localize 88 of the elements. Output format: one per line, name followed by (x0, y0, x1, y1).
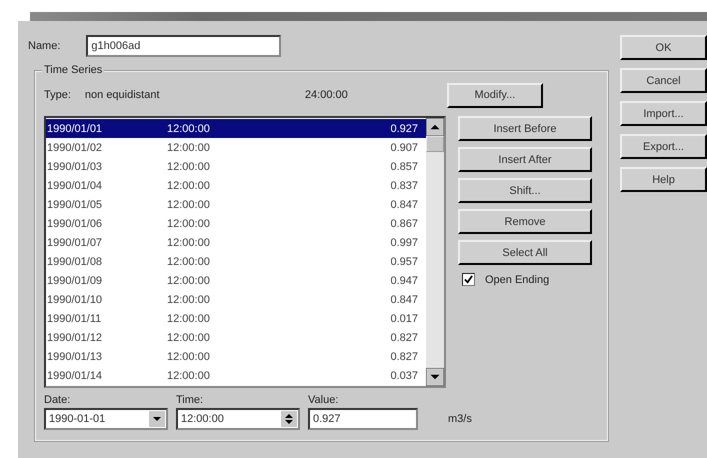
time-cell-text: 12:00:00 (167, 218, 211, 230)
value-cell-text: 0.037 (389, 370, 419, 382)
value-cell-text: 0.997 (389, 236, 419, 248)
date-cell-text: 1990/01/10 (46, 294, 104, 306)
value-cell-text: 0.827 (389, 350, 419, 362)
action-button[interactable]: Remove (458, 209, 592, 234)
date-cell-text: 1990/01/05 (46, 198, 104, 210)
list-row[interactable]: 1990/01/06 12:00:00 0.867 (46, 214, 426, 233)
interval-text: 24:00:00 (304, 89, 349, 101)
value-cell-text: 0.927 (389, 122, 419, 134)
value-cell-text: 0.867 (389, 218, 419, 230)
time-cell-text: 12:00:00 (167, 236, 211, 248)
time-label: Time: (176, 394, 204, 406)
time-cell-text: 12:00:00 (167, 370, 211, 382)
dialog-button[interactable]: Cancel (620, 68, 707, 93)
value-cell-text: 0.947 (389, 274, 419, 286)
date-cell-text: 1990/01/03 (46, 160, 104, 172)
dialog-button[interactable]: Help (620, 167, 707, 192)
date-cell-text: 1990/01/12 (46, 332, 104, 344)
list-row[interactable]: 1990/01/01 12:00:00 0.927 (46, 119, 426, 138)
list-row[interactable]: 1990/01/10 12:00:00 0.847 (46, 290, 426, 309)
list-row[interactable]: 1990/01/11 12:00:00 0.017 (46, 309, 426, 328)
time-cell-text: 12:00:00 (167, 294, 211, 306)
checkbox[interactable] (462, 273, 475, 286)
value-field[interactable]: 0.927 (308, 408, 418, 430)
date-label: Date: (44, 394, 72, 406)
list-row[interactable]: 1990/01/12 12:00:00 0.827 (46, 328, 426, 347)
list-row[interactable]: 1990/01/14 12:00:00 0.037 (46, 366, 426, 385)
dialog-button[interactable]: OK (620, 35, 707, 60)
value-cell-text: 0.837 (389, 180, 419, 192)
time-cell-text: 12:00:00 (167, 332, 211, 344)
time-cell-text: 12:00:00 (167, 350, 211, 362)
value-cell-text: 0.827 (389, 332, 419, 344)
date-cell-text: 1990/01/13 (46, 350, 104, 362)
value-cell-text: 0.957 (389, 256, 419, 268)
time-cell-text: 12:00:00 (167, 122, 211, 134)
list-row[interactable]: 1990/01/04 12:00:00 0.837 (46, 176, 426, 195)
date-cell-text: 1990/01/09 (46, 274, 104, 286)
group-title: Time Series (42, 64, 104, 76)
dialog-button[interactable]: Import... (620, 101, 707, 126)
name-field[interactable]: g1h006ad (86, 35, 282, 57)
time-cell-text: 12:00:00 (167, 198, 211, 210)
action-button[interactable]: Insert Before (458, 116, 592, 141)
list-row[interactable]: 1990/01/02 12:00:00 0.907 (46, 138, 426, 157)
date-cell-text: 1990/01/01 (46, 122, 104, 134)
type-value: non equidistant (84, 89, 161, 101)
scroll-thumb[interactable] (426, 136, 444, 152)
date-dropdown[interactable]: 1990-01-01 (44, 408, 168, 430)
date-cell-text: 1990/01/14 (46, 370, 104, 382)
action-button[interactable]: Shift... (458, 178, 592, 203)
date-cell-text: 1990/01/02 (46, 142, 104, 154)
scroll-up-icon[interactable] (426, 118, 444, 136)
value-cell-text: 0.907 (389, 142, 419, 154)
value-cell-text: 0.847 (389, 294, 419, 306)
date-cell-text: 1990/01/06 (46, 218, 104, 230)
time-cell-text: 12:00:00 (167, 274, 211, 286)
unit-text: m3/s (448, 413, 472, 427)
type-label: Type: (44, 89, 71, 101)
action-button[interactable]: Select All (458, 240, 592, 265)
list-row[interactable]: 1990/01/08 12:00:00 0.957 (46, 252, 426, 271)
time-cell-text: 12:00:00 (167, 160, 211, 172)
dropdown-icon[interactable] (149, 411, 165, 427)
value-cell-text: 0.847 (389, 198, 419, 210)
action-button[interactable]: Insert After (458, 147, 592, 172)
list-row[interactable]: 1990/01/07 12:00:00 0.997 (46, 233, 426, 252)
date-cell-text: 1990/01/04 (46, 180, 104, 192)
value-cell-text: 0.857 (389, 160, 419, 172)
scrollbar[interactable] (426, 118, 444, 386)
time-cell-text: 12:00:00 (167, 180, 211, 192)
modify-button[interactable]: Modify... (446, 82, 543, 108)
checkbox-label: Open Ending (485, 274, 550, 286)
value-label: Value: (308, 394, 340, 406)
list-row[interactable]: 1990/01/13 12:00:00 0.827 (46, 347, 426, 366)
list-row[interactable]: 1990/01/03 12:00:00 0.857 (46, 157, 426, 176)
time-cell-text: 12:00:00 (167, 142, 211, 154)
list-row[interactable]: 1990/01/09 12:00:00 0.947 (46, 271, 426, 290)
list-row[interactable]: 1990/01/05 12:00:00 0.847 (46, 195, 426, 214)
time-cell-text: 12:00:00 (167, 256, 211, 268)
time-spinner[interactable]: 12:00:00 (176, 408, 300, 430)
date-cell-text: 1990/01/11 (46, 312, 102, 324)
dialog-button[interactable]: Export... (620, 134, 707, 159)
date-cell-text: 1990/01/08 (46, 256, 104, 268)
scroll-down-icon[interactable] (426, 368, 444, 386)
time-cell-text: 12:00:00 (167, 312, 211, 324)
date-cell-text: 1990/01/07 (46, 236, 104, 248)
spin-arrows-icon[interactable] (281, 411, 297, 427)
name-label: Name: (28, 40, 60, 52)
value-cell-text: 0.017 (389, 312, 419, 324)
